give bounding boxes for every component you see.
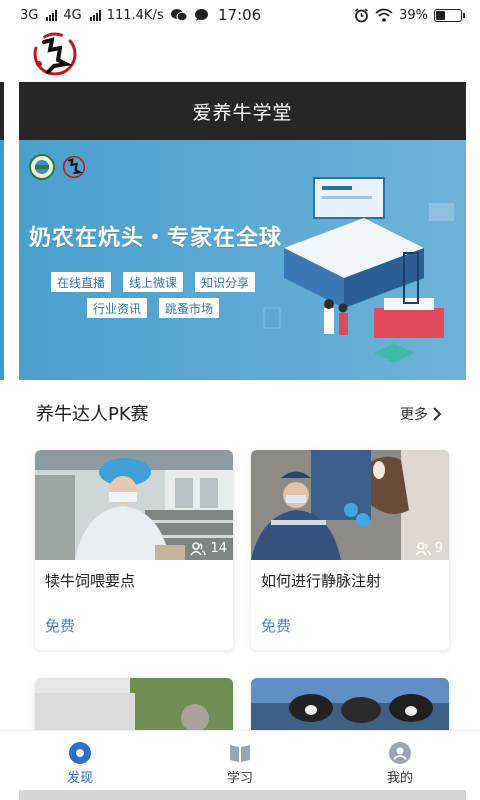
course-card[interactable]: 14 犊牛饲喂要点 免费 <box>35 450 233 650</box>
participant-count-value: 14 <box>210 541 227 556</box>
tab-profile[interactable]: 我的 <box>320 731 480 790</box>
network-speed: 111.4K/s <box>106 7 164 23</box>
wechat-icon <box>170 9 188 22</box>
battery-icon <box>434 8 465 22</box>
status-right: 39% <box>354 7 465 23</box>
chevron-right-icon <box>433 407 442 421</box>
battery-level-fill <box>436 10 446 20</box>
section-title: 养牛达人PK赛 <box>36 404 149 425</box>
more-label: 更多 <box>400 407 428 423</box>
course-card[interactable] <box>35 678 233 738</box>
tag-market: 跳蚤市场 <box>159 298 220 318</box>
tab-label: 学习 <box>226 771 253 786</box>
bottom-nav: 发现 学习 我的 <box>0 730 480 790</box>
page-title-bar: 爱养牛学堂 <box>19 82 466 140</box>
tag-news: 行业资讯 <box>87 298 148 318</box>
page-title: 爱养牛学堂 <box>192 101 293 124</box>
battery-percent: 39% <box>399 7 428 23</box>
users-icon <box>190 541 207 555</box>
tab-study[interactable]: 学习 <box>160 731 320 790</box>
message-icon <box>194 9 208 21</box>
status-left: 3G 4G 111.4K/s <box>20 8 209 23</box>
signal-bars-icon <box>46 9 58 21</box>
course-title: 如何进行静脉注射 <box>261 572 382 590</box>
signal-3g-label: 3G <box>20 7 39 23</box>
course-thumbnail: 14 <box>35 450 233 560</box>
organization-logo-icon <box>29 154 55 180</box>
banner-illustration <box>263 177 454 363</box>
banner-slogan: 奶农在炕头・专家在全球 <box>29 226 283 251</box>
tab-discover[interactable]: 发现 <box>0 731 160 790</box>
course-thumbnail: 9 <box>251 450 449 560</box>
status-bar: 3G 4G 111.4K/s 17:06 39% <box>0 0 480 30</box>
tag-live: 在线直播 <box>51 272 112 292</box>
promo-banner[interactable]: 奶农在炕头・专家在全球 在线直播 线上微课 知识分享 行业资讯 跳蚤市场 <box>19 140 466 380</box>
course-price: 免费 <box>45 617 76 635</box>
system-nav-bar <box>19 790 466 800</box>
participant-count: 9 <box>415 541 443 556</box>
wifi-icon <box>375 8 393 22</box>
course-photo <box>35 678 233 738</box>
brand-logo-icon <box>62 155 86 179</box>
participant-count: 14 <box>190 541 227 556</box>
course-photo <box>251 678 449 738</box>
course-price: 免费 <box>261 617 292 635</box>
course-card[interactable]: 9 如何进行静脉注射 免费 <box>251 450 449 650</box>
app-logo <box>33 32 77 76</box>
signal-bars-icon <box>89 9 101 21</box>
more-link[interactable]: 更多 <box>400 404 442 424</box>
tab-label: 发现 <box>66 771 93 786</box>
profile-icon <box>389 742 411 764</box>
tag-knowledge: 知识分享 <box>195 272 256 292</box>
tag-microcourse: 线上微课 <box>123 272 184 292</box>
participant-count-value: 9 <box>434 541 443 556</box>
banner-logos <box>29 153 87 181</box>
users-icon <box>415 541 431 555</box>
compass-icon <box>69 742 91 764</box>
prev-banner-edge <box>0 140 4 380</box>
course-card[interactable] <box>251 678 449 738</box>
clock: 17:06 <box>218 6 262 24</box>
course-title: 犊牛饲喂要点 <box>45 572 136 590</box>
prev-slide-edge <box>0 82 4 140</box>
tab-label: 我的 <box>386 771 413 786</box>
book-icon <box>230 745 250 762</box>
signal-4g-label: 4G <box>63 7 82 23</box>
alarm-icon <box>355 7 369 22</box>
